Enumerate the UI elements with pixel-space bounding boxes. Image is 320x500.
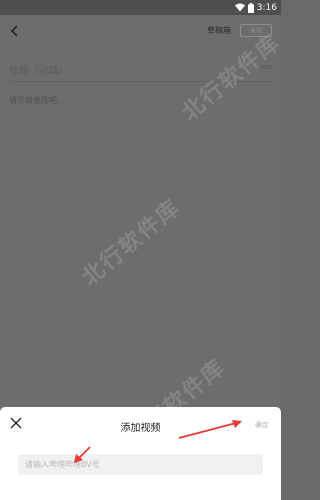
battery-icon (247, 2, 254, 13)
title-input[interactable]: 标题（必填） (9, 62, 69, 77)
annotation-arrow (178, 420, 242, 439)
drafts-button[interactable]: 草稿箱 (207, 25, 231, 36)
status-icons: 3:16 (234, 2, 277, 13)
body-input[interactable]: 请尽情发挥吧... (9, 95, 65, 106)
status-bar: 3:16 (0, 0, 281, 15)
confirm-button[interactable]: 确定 (255, 420, 269, 430)
annotation-arrow (74, 446, 91, 463)
wifi-icon (234, 3, 245, 12)
title-divider (9, 81, 272, 82)
post-editor: 草稿箱 发布 标题（必填） 0/30 请尽情发挥吧... (0, 15, 281, 407)
status-time: 3:16 (256, 2, 277, 13)
publish-button[interactable]: 发布 (240, 24, 272, 37)
back-arrow-icon[interactable] (8, 24, 22, 38)
title-char-counter: 0/30 (260, 65, 272, 71)
bv-number-input[interactable] (18, 454, 263, 475)
